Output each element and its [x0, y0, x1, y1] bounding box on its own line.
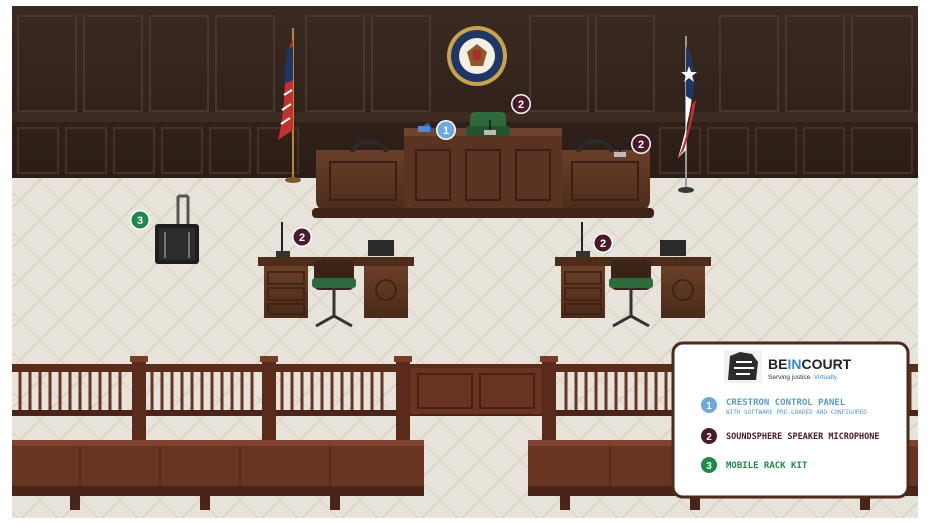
badge-number: 2 [600, 238, 606, 250]
legend-subtitle: WITH SOFTWARE PRE-LOADED AND CONFIGURED [726, 409, 867, 416]
legend-title: MOBILE RACK KIT [726, 461, 808, 471]
badge-number: 2 [638, 139, 644, 151]
brand-suffix: COURT [801, 356, 851, 372]
brand-prefix: BE [768, 356, 787, 372]
badge-number: 2 [299, 232, 305, 244]
svg-text:BEINCOURT: BEINCOURT [768, 356, 852, 372]
legend-number: 1 [706, 401, 712, 412]
brand-highlight: IN [787, 356, 801, 372]
legend-title: CRESTRON CONTROL PANEL [726, 398, 846, 408]
badge-number: 3 [137, 215, 143, 227]
badge-bench-microphone: 2 [511, 94, 531, 114]
legend-panel: BEINCOURT Serving justice. Virtually. 1 … [671, 341, 910, 499]
legend-number: 2 [706, 432, 712, 443]
legend-item-1: 1 CRESTRON CONTROL PANEL WITH SOFTWARE P… [701, 397, 867, 416]
badge-crestron-panel: 1 [436, 120, 456, 140]
court-seal [447, 26, 507, 86]
badge-number: 2 [518, 99, 524, 111]
badge-clerk-microphone: 2 [631, 134, 651, 154]
badge-mobile-rack: 3 [130, 210, 150, 230]
svg-text:Serving justice. Virtu: Serving justice. Virtually. [768, 374, 838, 381]
badge-number: 1 [443, 125, 449, 137]
badge-left-desk-microphone: 2 [292, 227, 312, 247]
legend-title: SOUNDSPHERE SPEAKER MICROPHONE [726, 432, 880, 442]
tagline-accent: Virtually. [814, 374, 839, 381]
badge-right-desk-microphone: 2 [593, 233, 613, 253]
tagline-main: Serving justice. [768, 374, 812, 381]
legend-number: 3 [706, 461, 712, 472]
courtroom-scene: 1 2 2 2 2 3 BEINCOURT Serving justice. V… [0, 0, 931, 525]
